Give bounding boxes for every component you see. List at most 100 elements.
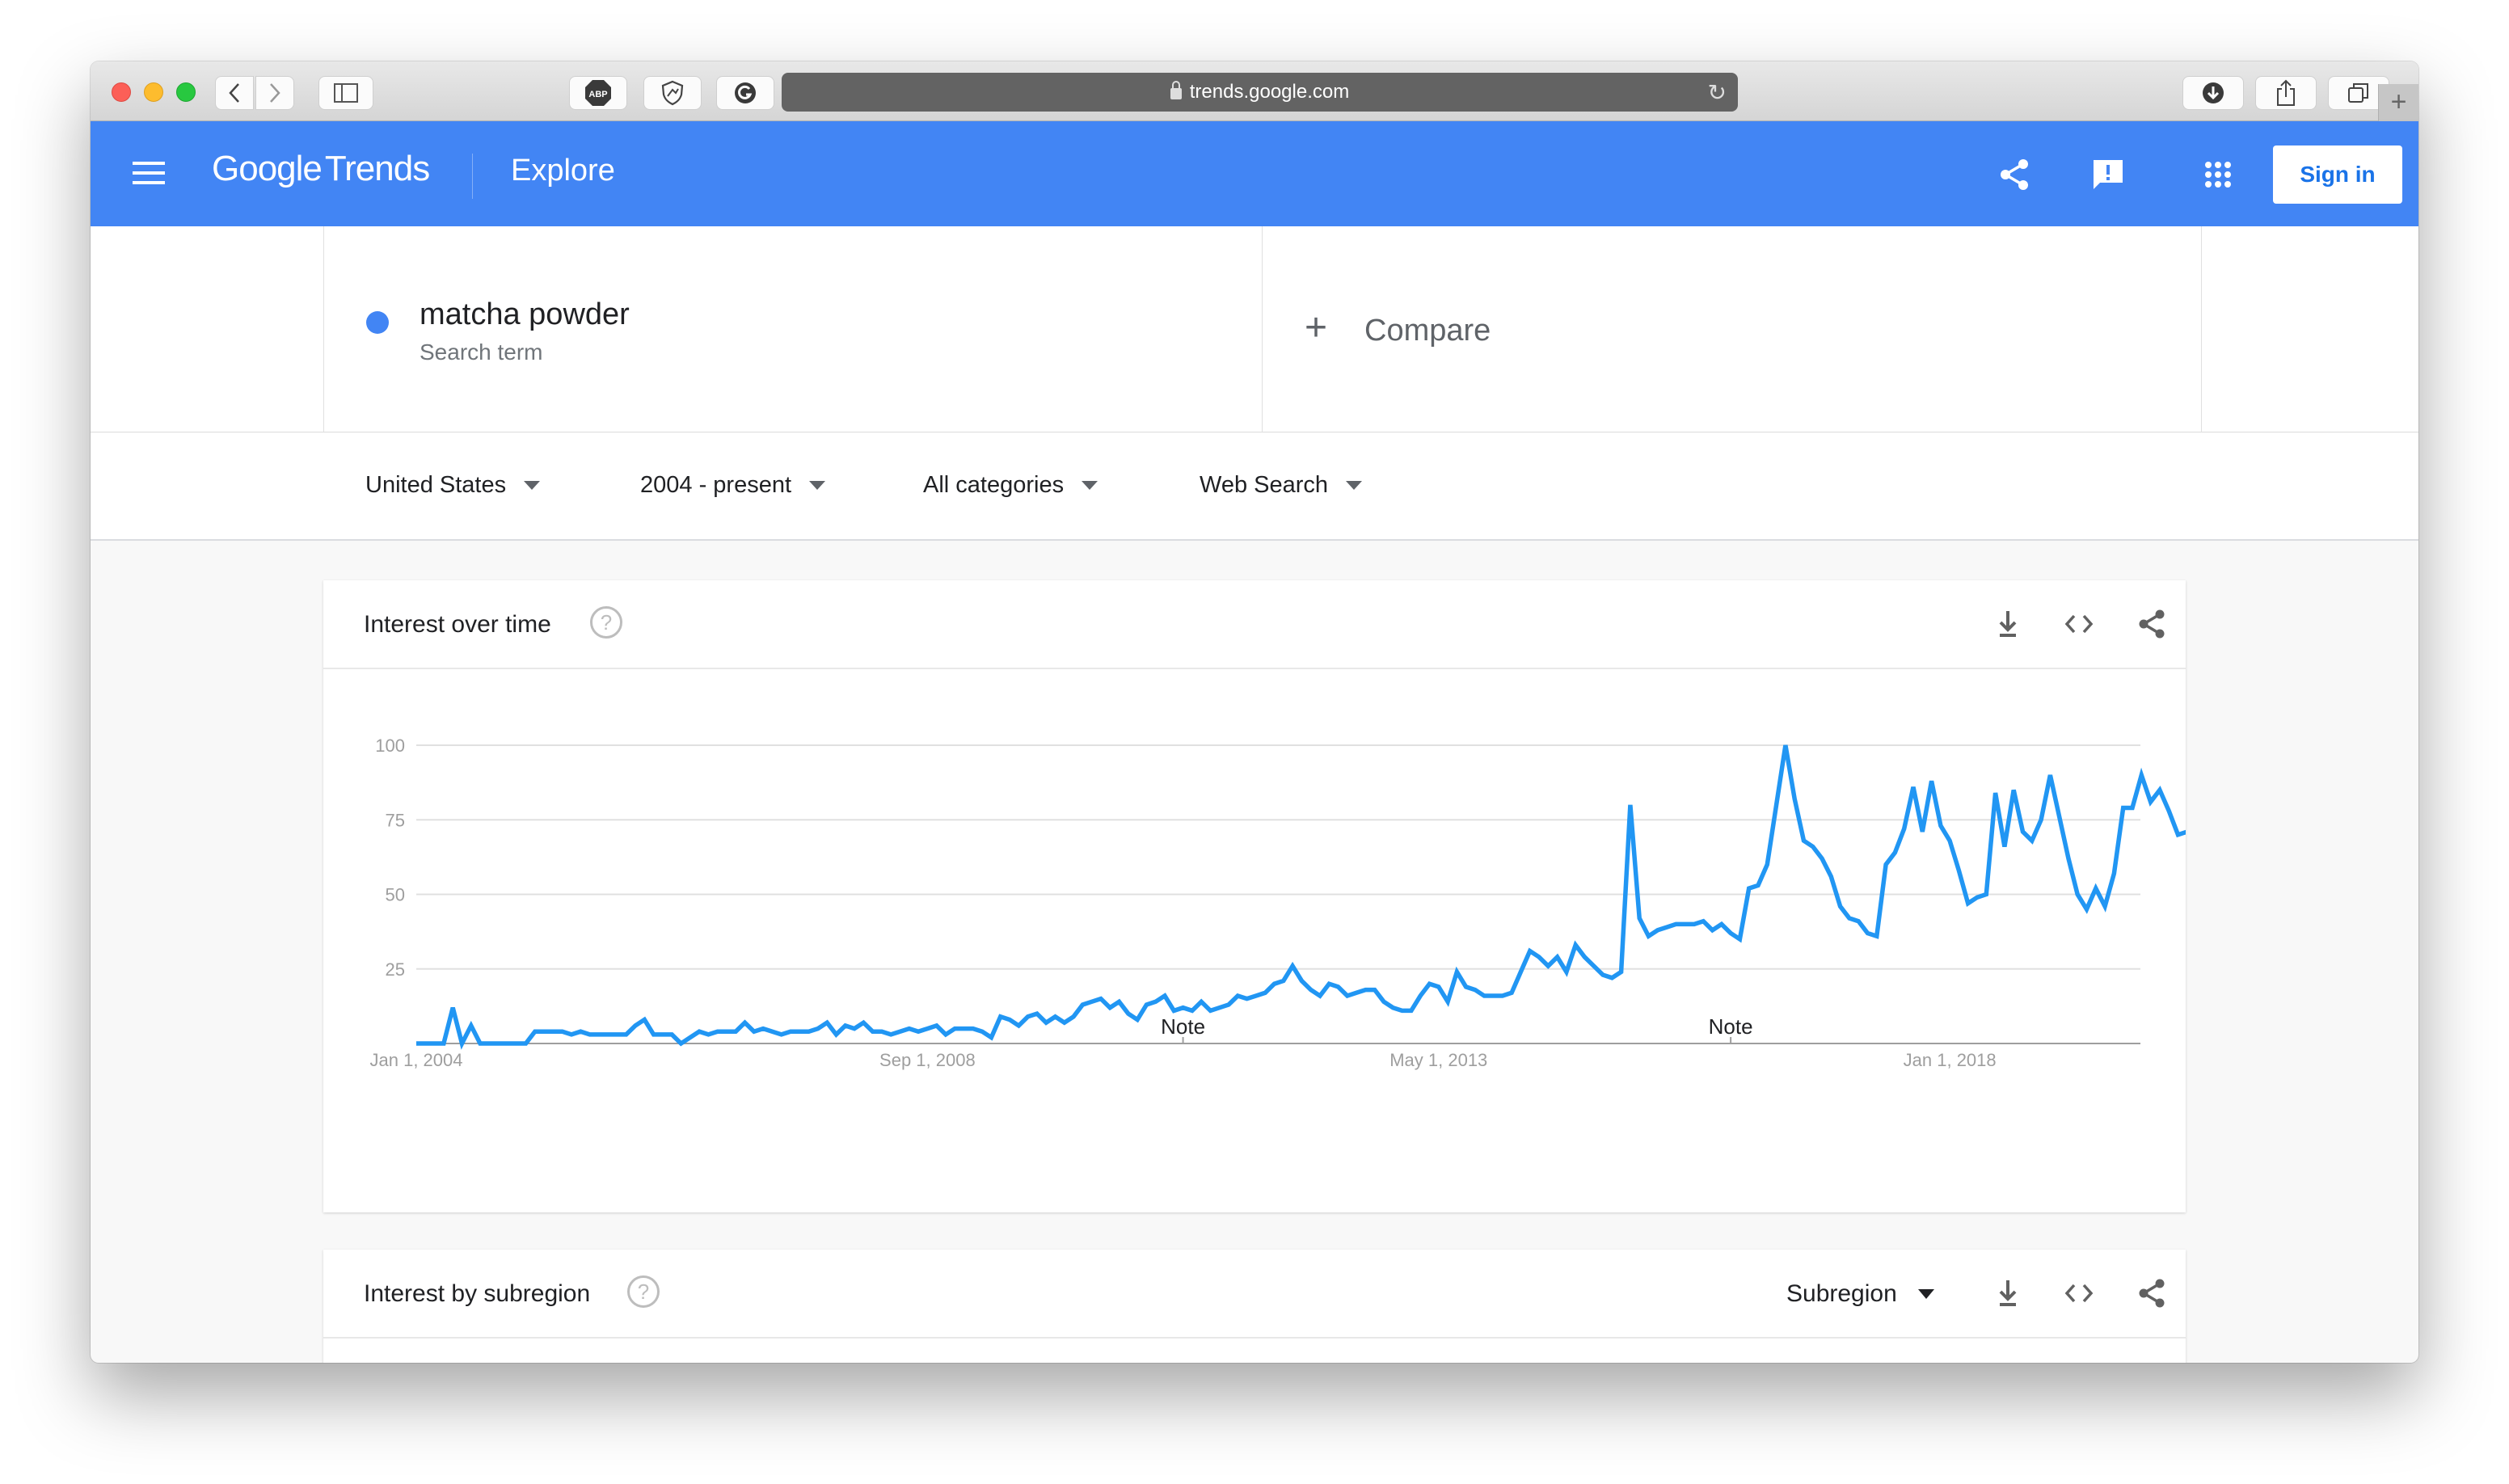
data-point[interactable]	[1993, 790, 1998, 795]
data-point[interactable]	[1673, 921, 1678, 926]
data-point[interactable]	[697, 1029, 702, 1034]
data-point[interactable]	[1592, 963, 1596, 968]
data-point[interactable]	[1107, 1005, 1112, 1010]
data-point[interactable]	[1016, 1023, 1021, 1028]
data-point[interactable]	[1600, 972, 1605, 977]
data-point[interactable]	[1409, 1008, 1414, 1013]
data-point[interactable]	[2030, 838, 2035, 843]
data-point[interactable]	[1856, 919, 1861, 924]
data-point[interactable]	[843, 1023, 848, 1028]
data-point[interactable]	[478, 1041, 483, 1046]
data-point[interactable]	[2130, 805, 2135, 810]
data-point[interactable]	[441, 1041, 446, 1046]
data-point[interactable]	[1381, 999, 1386, 1004]
data-point[interactable]	[1427, 981, 1432, 986]
close-window-button[interactable]	[112, 82, 131, 102]
data-point[interactable]	[1518, 969, 1523, 974]
data-point[interactable]	[1774, 803, 1779, 807]
data-point[interactable]	[833, 1032, 838, 1037]
data-point[interactable]	[450, 1005, 455, 1010]
data-point[interactable]	[752, 1029, 757, 1034]
data-point[interactable]	[688, 1035, 693, 1040]
data-point[interactable]	[1911, 785, 1916, 790]
data-point[interactable]	[2020, 829, 2025, 834]
search-type-dropdown[interactable]: Web Search	[1200, 472, 1363, 499]
time-range-dropdown[interactable]: 2004 - present	[640, 472, 826, 499]
data-point[interactable]	[1052, 1014, 1057, 1019]
data-point[interactable]	[1966, 901, 1971, 906]
data-point[interactable]	[1619, 969, 1624, 974]
data-point[interactable]	[1281, 979, 1286, 984]
data-point[interactable]	[952, 1027, 957, 1031]
sidebar-button[interactable]	[318, 76, 373, 110]
data-point[interactable]	[1801, 838, 1806, 843]
data-point[interactable]	[597, 1032, 601, 1037]
data-point[interactable]	[1181, 1005, 1186, 1010]
data-point[interactable]	[1245, 997, 1250, 1001]
data-point[interactable]	[1199, 999, 1204, 1004]
data-point[interactable]	[1783, 743, 1788, 748]
data-point[interactable]	[1326, 981, 1331, 986]
data-point[interactable]	[487, 1041, 491, 1046]
data-point[interactable]	[998, 1014, 1003, 1019]
data-point[interactable]	[1573, 942, 1578, 947]
data-point[interactable]	[1473, 988, 1478, 993]
data-point[interactable]	[2002, 844, 2007, 849]
data-point[interactable]	[1811, 844, 1815, 849]
google-trends-logo[interactable]: GoogleTrends	[212, 149, 430, 189]
data-point[interactable]	[605, 1032, 610, 1037]
data-point[interactable]	[1500, 993, 1505, 998]
data-point[interactable]	[414, 1041, 419, 1046]
data-point[interactable]	[1144, 1002, 1149, 1007]
data-point[interactable]	[1947, 838, 1952, 843]
compare-button[interactable]: + Compare	[1263, 226, 2202, 432]
data-point[interactable]	[2066, 856, 2071, 861]
forward-button[interactable]	[255, 76, 294, 110]
data-point[interactable]	[2121, 805, 2126, 810]
data-point[interactable]	[2139, 773, 2144, 778]
data-point[interactable]	[2075, 892, 2080, 897]
data-point[interactable]	[1765, 862, 1769, 867]
data-point[interactable]	[1345, 993, 1350, 998]
data-point[interactable]	[1828, 874, 1833, 879]
data-point[interactable]	[779, 1032, 784, 1037]
data-point[interactable]	[2094, 886, 2098, 891]
data-point[interactable]	[1929, 778, 1934, 783]
data-point[interactable]	[2148, 799, 2153, 804]
data-point[interactable]	[1820, 856, 1824, 861]
data-point[interactable]	[569, 1032, 574, 1037]
data-point[interactable]	[1090, 999, 1094, 1004]
embed-button[interactable]	[2063, 608, 2095, 640]
data-point[interactable]	[1171, 1008, 1176, 1013]
data-point[interactable]	[943, 1032, 948, 1037]
data-point[interactable]	[989, 1035, 993, 1040]
menu-button[interactable]	[133, 162, 165, 186]
data-point[interactable]	[2111, 871, 2116, 876]
data-point[interactable]	[788, 1029, 793, 1034]
data-point[interactable]	[2039, 817, 2043, 822]
data-point[interactable]	[514, 1041, 519, 1046]
download-csv-button[interactable]	[1992, 608, 2024, 640]
data-point[interactable]	[1445, 999, 1450, 1004]
data-point[interactable]	[1537, 955, 1541, 959]
data-point[interactable]	[1062, 1020, 1067, 1025]
data-point[interactable]	[496, 1041, 501, 1046]
data-point[interactable]	[678, 1041, 683, 1046]
data-point[interactable]	[1026, 1014, 1031, 1019]
data-point[interactable]	[1710, 928, 1715, 933]
feedback-button[interactable]	[2090, 157, 2126, 192]
data-point[interactable]	[505, 1041, 510, 1046]
data-point[interactable]	[1692, 921, 1697, 926]
data-point[interactable]	[1902, 826, 1907, 831]
data-point[interactable]	[2057, 815, 2062, 820]
data-point[interactable]	[861, 1020, 866, 1025]
data-point[interactable]	[1071, 1014, 1076, 1019]
data-point[interactable]	[1646, 934, 1651, 938]
data-point[interactable]	[971, 1027, 976, 1031]
data-point[interactable]	[1217, 1005, 1222, 1010]
help-icon[interactable]: ?	[627, 1275, 660, 1308]
data-point[interactable]	[1126, 1011, 1131, 1016]
data-point[interactable]	[614, 1032, 619, 1037]
data-point[interactable]	[980, 1029, 985, 1034]
data-point[interactable]	[925, 1027, 930, 1031]
